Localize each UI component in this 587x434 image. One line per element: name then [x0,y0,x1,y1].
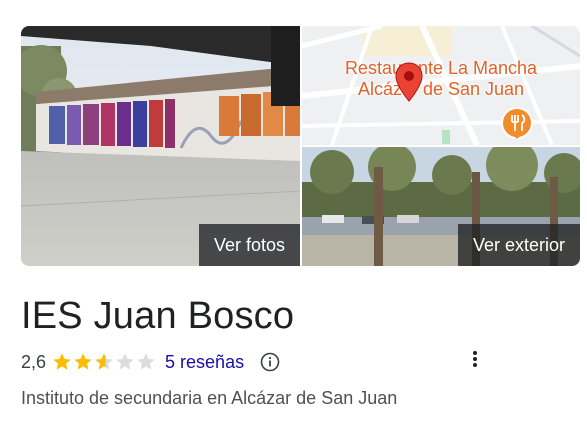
reviews-link[interactable]: 5 reseñas [165,352,244,373]
star-half-icon [95,353,113,370]
star-empty-icon [116,353,134,370]
rating-row: 2,6 5 reseñas [21,349,280,375]
map-preview[interactable]: Restaurante La Mancha Alcázar de San Jua… [302,26,580,145]
place-category: Instituto de secundaria en Alcázar de Sa… [21,388,398,408]
star-empty-icon [137,353,155,370]
restaurant-icon [500,106,534,144]
photo-gallery: Ver fotos Restaurante La Mancha Alcázar … [21,26,580,266]
rating-value: 2,6 [21,351,47,372]
view-exterior-button[interactable]: Ver exterior [457,224,580,266]
star-full-icon [74,353,92,370]
more-vert-icon[interactable] [466,349,484,371]
star-full-icon [53,353,71,370]
map-place-label-line2: Alcázar de San Juan [357,79,525,99]
street-view-preview[interactable]: Ver exterior [302,147,580,266]
map-place-label-line1: Restaurante La Mancha [344,58,538,78]
map-pin-icon [395,62,423,102]
place-title: IES Juan Bosco [21,295,295,337]
info-icon[interactable] [260,352,280,372]
star-rating [52,352,156,372]
main-photo[interactable]: Ver fotos [21,26,300,266]
view-photos-button[interactable]: Ver fotos [198,224,300,266]
